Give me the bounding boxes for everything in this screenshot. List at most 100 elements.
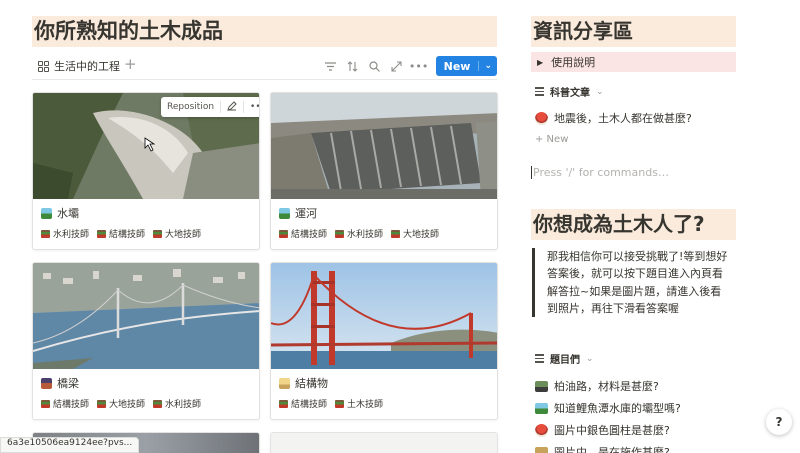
tag: 結構技師 — [279, 227, 327, 240]
landscape-icon — [41, 207, 52, 219]
list-item[interactable]: 圖片中，是在施作甚麼? — [535, 444, 670, 453]
gallery-card-structure[interactable]: 結構物 結構技師 土木技師 — [270, 262, 498, 420]
gallery-card-dam[interactable]: Reposition ••• 水壩 水利技師 結構技師 大地技師 — [32, 92, 260, 250]
list-item-label: 地震後，土木人都在做甚麼? — [554, 112, 692, 125]
list-item-label: 知道鯉魚潭水庫的壩型嗎? — [554, 402, 681, 415]
card-tags: 結構技師 大地技師 水利技師 — [41, 397, 201, 410]
tag: 土木技師 — [335, 397, 383, 410]
tag-label: 結構技師 — [291, 230, 328, 240]
helmet-icon — [535, 423, 548, 437]
tag: 水利技師 — [153, 397, 201, 410]
chevron-down-icon[interactable]: ⌄ — [478, 61, 497, 71]
books-icon — [279, 229, 288, 238]
construction-icon — [535, 446, 548, 453]
books-icon — [97, 399, 107, 408]
tag-label: 結構技師 — [291, 400, 328, 410]
tag-label: 大地技師 — [165, 230, 202, 240]
chevron-down-icon[interactable]: ⌄ — [586, 354, 594, 364]
books-icon — [335, 399, 345, 408]
gallery-card-partial[interactable] — [270, 432, 498, 453]
cover-toolbar: Reposition ••• — [161, 97, 259, 117]
new-button-label: New — [443, 59, 471, 73]
new-button[interactable]: New ⌄ — [435, 56, 497, 76]
gallery-card-bridge[interactable]: 橋梁 結構技師 大地技師 水利技師 — [32, 262, 260, 420]
card-tags: 結構技師 土木技師 — [279, 397, 383, 410]
card-cover-image — [271, 263, 497, 369]
command-placeholder[interactable]: Press '/' for commands… — [531, 166, 669, 179]
db-title-text: 題目們 — [550, 355, 580, 366]
list-item[interactable]: 圖片中銀色圓柱是甚麼? — [535, 422, 670, 438]
card-title: 運河 — [279, 205, 317, 221]
list-item[interactable]: 地震後，土木人都在做甚麼? — [535, 110, 692, 126]
tag-label: 大地技師 — [403, 230, 440, 240]
info-share-heading: 資訊分享區 — [531, 16, 736, 47]
list-icon — [535, 87, 544, 96]
tag: 結構技師 — [41, 397, 89, 410]
tag-label: 結構技師 — [53, 400, 90, 410]
card-title: 結構物 — [279, 375, 328, 391]
db-title-text: 科普文章 — [550, 88, 590, 99]
view-tab-label: 生活中的工程 — [54, 60, 120, 73]
bridge-at-night-icon — [41, 377, 52, 389]
list-icon — [535, 354, 544, 363]
card-title: 水壩 — [41, 205, 79, 221]
card-cover-image — [271, 433, 497, 453]
edit-icon[interactable] — [221, 100, 243, 114]
tag-label: 結構技師 — [109, 230, 146, 240]
books-icon — [153, 229, 163, 238]
card-tags: 水利技師 結構技師 大地技師 — [41, 227, 201, 240]
tag: 結構技師 — [279, 397, 327, 410]
books-icon — [279, 399, 288, 408]
tag: 大地技師 — [153, 227, 201, 240]
card-tags: 結構技師 水利技師 大地技師 — [279, 227, 439, 240]
card-title: 橋梁 — [41, 375, 79, 391]
list-item[interactable]: 知道鯉魚潭水庫的壩型嗎? — [535, 400, 681, 416]
questions-db-title[interactable]: 題目們 ⌄ — [535, 351, 594, 366]
card-title-text: 結構物 — [295, 377, 328, 390]
expand-icon[interactable] — [386, 56, 408, 76]
list-item[interactable]: 柏油路，材料是甚麼? — [535, 378, 659, 394]
books-icon — [153, 399, 163, 408]
road-icon — [535, 380, 548, 392]
toggle-block[interactable]: ▶ 使用說明 — [531, 52, 736, 72]
list-item-label: 圖片中，是在施作甚麼? — [554, 446, 670, 453]
landscape-icon — [279, 207, 290, 219]
books-icon — [41, 229, 50, 238]
view-tab[interactable]: 生活中的工程 — [38, 58, 120, 74]
tag-label: 水利技師 — [165, 400, 202, 410]
help-button[interactable]: ? — [766, 409, 792, 435]
tag-label: 大地技師 — [109, 400, 146, 410]
tag-label: 土木技師 — [347, 400, 384, 410]
more-icon[interactable]: ••• — [408, 56, 430, 76]
landscape-icon — [535, 402, 548, 414]
card-title-text: 橋梁 — [57, 377, 79, 390]
reposition-button[interactable]: Reposition — [161, 102, 220, 112]
add-new-link[interactable]: + New — [535, 134, 568, 145]
card-cover-image — [33, 263, 259, 369]
quote-block: 那我相信你可以接受挑戰了!等到想好答案後，就可以按下題目進入內頁看解答拉~如果是… — [532, 248, 732, 318]
chevron-down-icon[interactable]: ⌄ — [596, 87, 604, 97]
books-icon — [41, 399, 50, 408]
list-item-label: 柏油路，材料是甚麼? — [554, 380, 659, 393]
helmet-icon — [535, 111, 548, 125]
construction-icon — [279, 377, 290, 389]
books-icon — [391, 229, 401, 238]
toggle-triangle-icon[interactable]: ▶ — [537, 58, 543, 67]
tag: 結構技師 — [97, 227, 145, 240]
help-icon: ? — [775, 415, 783, 429]
card-cover-image: Reposition ••• — [33, 93, 259, 199]
card-title-text: 水壩 — [57, 207, 79, 220]
card-title-text: 運河 — [295, 207, 317, 220]
more-icon[interactable]: ••• — [244, 102, 259, 112]
filter-icon[interactable] — [320, 56, 342, 76]
list-item-label: 圖片中銀色圓柱是甚麼? — [554, 424, 670, 437]
tag-label: 水利技師 — [53, 230, 90, 240]
search-icon[interactable] — [364, 56, 386, 76]
card-cover-image — [271, 93, 497, 199]
sort-icon[interactable] — [342, 56, 364, 76]
status-url: 6a3e10506ea9124ee?pvs... — [0, 437, 140, 453]
science-articles-db-title[interactable]: 科普文章 ⌄ — [535, 84, 604, 99]
add-view-button[interactable]: + — [124, 55, 137, 73]
gallery-card-canal[interactable]: 運河 結構技師 水利技師 大地技師 — [270, 92, 498, 250]
tag: 大地技師 — [97, 397, 145, 410]
